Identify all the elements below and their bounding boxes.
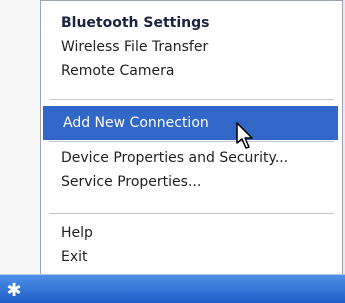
menu-group-primary: Bluetooth Settings Wireless File Transfe… <box>41 11 342 83</box>
menu-separator <box>49 141 334 142</box>
menu-item-wireless-file-transfer[interactable]: Wireless File Transfer <box>41 35 342 59</box>
bluetooth-context-menu: Bluetooth Settings Wireless File Transfe… <box>40 0 343 275</box>
menu-item-bluetooth-settings[interactable]: Bluetooth Settings <box>41 11 342 35</box>
menu-group-properties: Device Properties and Security... Servic… <box>41 146 342 194</box>
menu-group-connection: Add New Connection <box>41 106 342 140</box>
menu-item-service-properties[interactable]: Service Properties... <box>41 170 342 194</box>
menu-item-device-properties-and-security[interactable]: Device Properties and Security... <box>41 146 342 170</box>
menu-item-remote-camera[interactable]: Remote Camera <box>41 59 342 83</box>
menu-separator <box>49 213 334 214</box>
bluetooth-icon[interactable]: ✱ <box>2 279 26 303</box>
menu-separator <box>49 99 334 100</box>
menu-item-help[interactable]: Help <box>41 221 342 245</box>
menu-item-exit[interactable]: Exit <box>41 245 342 269</box>
menu-item-add-new-connection[interactable]: Add New Connection <box>43 106 338 140</box>
menu-group-app: Help Exit <box>41 221 342 269</box>
taskbar: ✱ <box>0 274 345 303</box>
